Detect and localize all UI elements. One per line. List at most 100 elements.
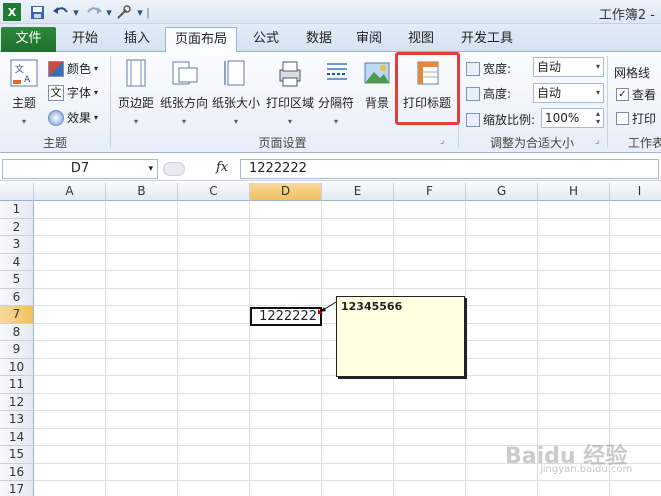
column-header-c[interactable]: C (178, 183, 250, 201)
tab-file[interactable]: 文件 (1, 27, 56, 52)
qat-separator: | (146, 5, 150, 19)
theme-effects-button[interactable]: 效果 ▾ (48, 109, 98, 126)
gridlines-view-checkbox[interactable]: ✓ 查看 (616, 86, 656, 103)
column-header-d[interactable]: D (250, 183, 322, 201)
effects-label: 效果 (67, 111, 92, 125)
undo-dropdown-icon[interactable]: ▾ (72, 3, 80, 21)
scale-launcher-icon[interactable]: ⌟ (595, 136, 599, 146)
row-header-13[interactable]: 13 (0, 411, 34, 429)
cell-d7[interactable]: 1222222 (250, 307, 322, 326)
tab-insert[interactable]: 插入 (115, 27, 159, 52)
row-header-2[interactable]: 2 (0, 218, 34, 236)
tab-view[interactable]: 视图 (399, 27, 443, 52)
formula-bar-resize-handle[interactable] (163, 162, 185, 176)
row-header-3[interactable]: 3 (0, 236, 34, 254)
row-header-6[interactable]: 6 (0, 288, 34, 306)
ribbon-page-layout: 文A 主题 ▾ 颜色 ▾ 文 字体 ▾ 效果 ▾ 主题 页边距 ▾ 纸张方向 ▾ 纸张大小… (0, 52, 661, 153)
page-setup-launcher-icon[interactable]: ⌟ (440, 136, 444, 146)
column-header-f[interactable]: F (394, 183, 466, 201)
gridline-horizontal (34, 270, 661, 271)
formula-input[interactable]: 1222222 (240, 159, 659, 179)
title-bar: X ▾ ▾ ▾ | 工作簿2 - (0, 0, 661, 24)
themes-label: 主题 (11, 96, 36, 110)
qat-customize-icon[interactable]: ▾ (136, 3, 144, 21)
scale-spinner[interactable]: 100% ▴ ▾ (541, 108, 604, 128)
print-titles-highlight (395, 52, 460, 125)
select-all-corner[interactable] (0, 183, 34, 201)
margins-icon (121, 58, 151, 88)
redo-icon[interactable] (83, 3, 105, 21)
column-header-h[interactable]: H (538, 183, 610, 201)
tab-data[interactable]: 数据 (297, 27, 341, 52)
row-header-12[interactable]: 12 (0, 393, 34, 411)
margins-button[interactable]: 页边距 ▾ (114, 58, 158, 126)
size-button[interactable]: 纸张大小 ▾ (210, 58, 262, 126)
save-icon[interactable] (28, 3, 46, 21)
breaks-button[interactable]: 分隔符 ▾ (316, 58, 356, 126)
background-button[interactable]: 背景 (360, 58, 394, 111)
row-header-17[interactable]: 17 (0, 481, 34, 496)
tools-icon[interactable] (114, 3, 134, 21)
column-header-b[interactable]: B (106, 183, 178, 201)
orientation-icon (169, 58, 199, 88)
group-separator (607, 56, 608, 148)
row-header-11[interactable]: 11 (0, 376, 34, 394)
breaks-icon (321, 58, 351, 88)
print-area-button[interactable]: 打印区域 ▾ (264, 58, 316, 126)
formula-bar: D7 ▾ fx 1222222 (0, 157, 661, 181)
row-header-7[interactable]: 7 (0, 306, 34, 324)
row-header-4[interactable]: 4 (0, 253, 34, 271)
redo-dropdown-icon[interactable]: ▾ (105, 3, 113, 21)
column-header-g[interactable]: G (466, 183, 538, 201)
gridlines-print-checkbox[interactable]: 打印 (616, 110, 656, 127)
insert-function-icon[interactable]: fx (216, 160, 228, 175)
row-header-9[interactable]: 9 (0, 341, 34, 359)
gridline-horizontal (34, 410, 661, 411)
row-header-8[interactable]: 8 (0, 323, 34, 341)
row-header-16[interactable]: 16 (0, 463, 34, 481)
colors-icon (48, 60, 64, 77)
row-header-5[interactable]: 5 (0, 271, 34, 289)
tab-formulas[interactable]: 公式 (244, 27, 288, 52)
width-select[interactable]: 自动 ▾ (533, 57, 604, 77)
gridline-vertical (465, 201, 466, 496)
tab-review[interactable]: 审阅 (347, 27, 391, 52)
background-label: 背景 (364, 96, 389, 110)
cell-comment[interactable]: 12345566 (336, 296, 465, 377)
orientation-label: 纸张方向 (159, 96, 208, 110)
height-select[interactable]: 自动 ▾ (533, 83, 604, 103)
column-header-a[interactable]: A (34, 183, 106, 201)
gridline-horizontal (34, 480, 661, 481)
themes-dropdown-icon: ▾ (21, 117, 26, 126)
sheet-options-group-label: 工作表 (628, 136, 661, 150)
gridline-vertical (321, 201, 322, 496)
size-label: 纸张大小 (211, 96, 260, 110)
scale-icon (466, 112, 480, 127)
row-header-14[interactable]: 14 (0, 428, 34, 446)
name-box[interactable]: D7 ▾ (2, 159, 158, 179)
themes-group-label: 主题 (42, 136, 67, 150)
themes-icon: 文A (9, 58, 39, 88)
undo-icon[interactable] (50, 3, 72, 21)
svg-text:A: A (24, 75, 31, 85)
tab-page-layout[interactable]: 页面布局 (165, 27, 237, 53)
checkbox-unchecked-icon (616, 112, 629, 125)
height-label: 高度: (466, 85, 511, 102)
theme-fonts-button[interactable]: 文 字体 ▾ (48, 84, 98, 101)
gridline-horizontal (34, 252, 661, 254)
column-header-i[interactable]: I (610, 183, 661, 201)
gridline-vertical (249, 201, 250, 496)
row-header-10[interactable]: 10 (0, 358, 34, 376)
orientation-button[interactable]: 纸张方向 ▾ (158, 58, 210, 126)
column-header-e[interactable]: E (322, 183, 394, 201)
gridline-vertical (105, 201, 106, 496)
row-header-15[interactable]: 15 (0, 446, 34, 464)
page-size-icon (221, 58, 251, 88)
themes-button[interactable]: 文A 主题 ▾ (6, 58, 42, 126)
svg-text:文: 文 (15, 63, 24, 75)
tab-home[interactable]: 开始 (63, 27, 107, 52)
tab-developer[interactable]: 开发工具 (455, 27, 519, 52)
theme-colors-button[interactable]: 颜色 ▾ (48, 60, 98, 77)
row-header-1[interactable]: 1 (0, 201, 34, 219)
fonts-icon: 文 (48, 84, 64, 101)
